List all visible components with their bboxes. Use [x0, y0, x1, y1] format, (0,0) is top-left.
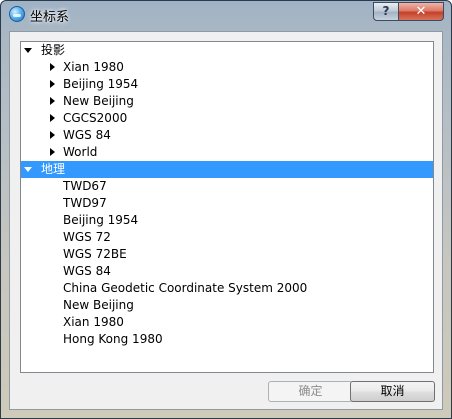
help-button[interactable]: ? — [373, 2, 399, 21]
close-button[interactable]: ✕ — [398, 2, 444, 21]
expand-arrow-icon[interactable] — [24, 167, 32, 172]
cancel-button[interactable]: 取消 — [350, 381, 435, 402]
tree-item[interactable]: WGS 84 — [21, 127, 433, 144]
tree-item-label: TWD67 — [63, 179, 107, 193]
tree-group-0[interactable]: 投影 — [21, 42, 433, 59]
tree-item-label: World — [63, 145, 98, 159]
collapsed-arrow-icon[interactable] — [50, 131, 55, 139]
tree-item[interactable]: Beijing 1954 — [21, 76, 433, 93]
tree-group-label: 投影 — [41, 43, 66, 57]
collapsed-arrow-icon[interactable] — [50, 114, 55, 122]
collapsed-arrow-icon[interactable] — [50, 63, 55, 71]
window-title: 坐标系 — [30, 10, 70, 25]
tree-item[interactable]: CGCS2000 — [21, 110, 433, 127]
collapsed-arrow-icon[interactable] — [50, 97, 55, 105]
tree-item-label: Xian 1980 — [63, 315, 124, 329]
tree-group-1[interactable]: 地理 — [21, 161, 433, 178]
collapsed-arrow-icon[interactable] — [50, 80, 55, 88]
tree-item[interactable]: WGS 72BE — [21, 246, 433, 263]
tree-item-label: WGS 84 — [63, 264, 111, 278]
tree-item[interactable]: Beijing 1954 — [21, 212, 433, 229]
tree-item-label: TWD97 — [63, 196, 107, 210]
tree-item-label: WGS 72BE — [63, 247, 127, 261]
tree-item[interactable]: China Geodetic Coordinate System 2000 — [21, 280, 433, 297]
tree-item[interactable]: WGS 72 — [21, 229, 433, 246]
coordinate-system-tree[interactable]: 投影 Xian 1980 Beijing 1954 New Beijing CGCS20… — [20, 41, 434, 373]
close-icon: ✕ — [415, 4, 427, 19]
dialog-body: 投影 Xian 1980 Beijing 1954 New Beijing CGCS20… — [9, 31, 443, 410]
tree-item-label: New Beijing — [63, 298, 134, 312]
tree-item-label: China Geodetic Coordinate System 2000 — [63, 281, 308, 295]
tree-group-label: 地理 — [41, 162, 66, 176]
tree-item[interactable]: Xian 1980 — [21, 59, 433, 76]
title-bar[interactable]: 坐标系 ? ✕ — [1, 1, 451, 31]
tree-item[interactable]: New Beijing — [21, 297, 433, 314]
tree-item-label: New Beijing — [63, 94, 134, 108]
tree-item-label: Xian 1980 — [63, 60, 124, 74]
tree-item[interactable]: Xian 1980 — [21, 314, 433, 331]
tree-item[interactable]: World — [21, 144, 433, 161]
tree-item[interactable]: TWD67 — [21, 178, 433, 195]
coordinate-system-dialog: 坐标系 ? ✕ 投影 Xian 1980 Beijing 1954 New Beiji… — [0, 0, 452, 419]
tree-item[interactable]: WGS 84 — [21, 263, 433, 280]
collapsed-arrow-icon[interactable] — [50, 148, 55, 156]
tree-item[interactable]: New Beijing — [21, 93, 433, 110]
tree-item-label: WGS 72 — [63, 230, 111, 244]
app-icon — [9, 6, 25, 22]
expand-arrow-icon[interactable] — [24, 48, 32, 53]
tree-item[interactable]: Hong Kong 1980 — [21, 331, 433, 348]
ok-button[interactable]: 确定 — [268, 381, 353, 402]
tree-item-label: Beijing 1954 — [63, 77, 139, 91]
tree-item-label: WGS 84 — [63, 128, 111, 142]
tree-item[interactable]: TWD97 — [21, 195, 433, 212]
tree-item-label: Beijing 1954 — [63, 213, 139, 227]
tree-item-label: Hong Kong 1980 — [63, 332, 163, 346]
tree-item-label: CGCS2000 — [63, 111, 128, 125]
